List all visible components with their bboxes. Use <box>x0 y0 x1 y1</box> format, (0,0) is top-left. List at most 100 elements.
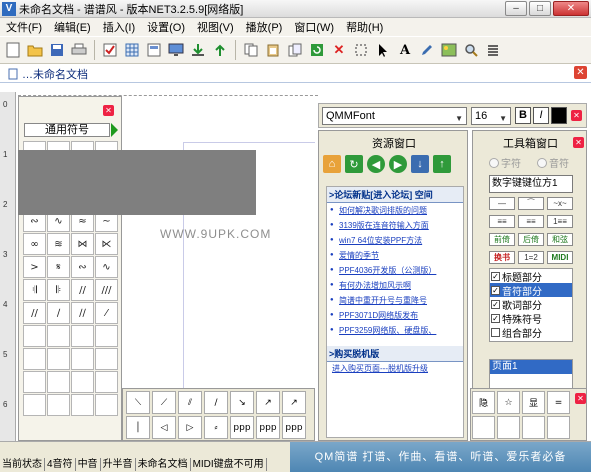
menu-settings[interactable]: 设置(O) <box>141 19 191 35</box>
shape-cell[interactable] <box>497 416 520 439</box>
play-arrow-icon[interactable] <box>111 123 118 137</box>
font-select[interactable]: QMMFont ▼ <box>322 107 467 125</box>
refresh-icon[interactable]: ↻ <box>345 155 363 173</box>
color-swatch-button[interactable] <box>551 107 567 124</box>
symbol-cell[interactable]: ∕ <box>47 302 70 324</box>
checkbox[interactable]: ✓ <box>491 285 500 295</box>
upload-icon[interactable] <box>210 40 230 60</box>
shape-cell[interactable]: 显 <box>522 391 545 414</box>
delete-icon[interactable]: ✕ <box>329 40 349 60</box>
duplicate-icon[interactable] <box>285 40 305 60</box>
italic-button[interactable]: I <box>533 107 549 124</box>
front-grace-button[interactable]: 前倚 <box>489 233 515 246</box>
tool-button[interactable]: 1≡≡ <box>547 215 573 228</box>
symbol-cell[interactable]: ≋ <box>47 233 70 255</box>
shape-cell[interactable]: ▷ <box>178 416 202 439</box>
symbol-cell[interactable]: 𝄋 <box>47 256 70 278</box>
symbol-cell[interactable] <box>23 371 46 393</box>
resource-link[interactable]: PPF3259网络版、硬盘版、 <box>327 323 463 338</box>
change-book-button[interactable]: 换书 <box>489 251 515 264</box>
symbol-cell[interactable] <box>95 325 118 347</box>
menu-view[interactable]: 视图(V) <box>191 19 240 35</box>
shape-cell[interactable]: │ <box>126 416 150 439</box>
new-icon[interactable] <box>3 40 23 60</box>
symbol-cell[interactable]: /// <box>95 279 118 301</box>
menu-edit[interactable]: 编辑(E) <box>48 19 97 35</box>
paste-icon[interactable] <box>263 40 283 60</box>
back-grace-button[interactable]: 后倚 <box>518 233 544 246</box>
shape-cell[interactable]: ↘ <box>230 391 254 414</box>
tool-button[interactable]: ≡≡ <box>489 215 515 228</box>
forum-section-header[interactable]: >论坛新贴[进入论坛] 空间 <box>327 187 463 203</box>
symbol-cell[interactable] <box>23 325 46 347</box>
symbol-cell[interactable] <box>23 348 46 370</box>
maximize-button[interactable]: □ <box>529 1 551 16</box>
tool-button[interactable]: ⁀ <box>518 197 544 210</box>
symbol-cell[interactable] <box>95 348 118 370</box>
print-icon[interactable] <box>69 40 89 60</box>
tool-button[interactable]: ~x~ <box>547 197 573 210</box>
refresh-icon[interactable] <box>307 40 327 60</box>
minimize-button[interactable]: – <box>505 1 527 16</box>
shape-cell[interactable] <box>547 416 570 439</box>
close-document-icon[interactable]: ✕ <box>574 66 587 79</box>
symbol-cell[interactable] <box>71 371 94 393</box>
chord-button[interactable]: 和弦 <box>547 233 573 246</box>
shape-cell[interactable]: 隐 <box>472 391 495 414</box>
symbol-cell[interactable]: > <box>23 256 46 278</box>
shape-cell[interactable]: ⸗ <box>204 416 228 439</box>
close-icon[interactable]: ✕ <box>103 105 114 116</box>
shape-cell[interactable]: ppp <box>282 416 306 439</box>
checkbox[interactable]: ✓ <box>491 271 500 281</box>
pointer-icon[interactable] <box>373 40 393 60</box>
key-change-button[interactable]: 1=2 <box>518 251 544 264</box>
shape-cell[interactable]: ⟍ <box>126 391 150 414</box>
checklist-item[interactable]: ✓ 标题部分 <box>490 269 572 284</box>
zoom-icon[interactable] <box>461 40 481 60</box>
checkbox[interactable]: ✓ <box>491 313 500 323</box>
monitor-icon[interactable] <box>166 40 186 60</box>
list-icon[interactable] <box>483 40 503 60</box>
shape-cell[interactable]: ◁ <box>152 416 176 439</box>
menu-insert[interactable]: 插入(I) <box>97 19 141 35</box>
menu-window[interactable]: 窗口(W) <box>288 19 340 35</box>
close-button[interactable]: ✕ <box>553 1 589 16</box>
symbol-cell[interactable] <box>47 325 70 347</box>
brush-icon[interactable] <box>417 40 437 60</box>
checkbox[interactable] <box>491 327 500 337</box>
image-icon[interactable] <box>439 40 459 60</box>
shape-cell[interactable]: ☆ <box>497 391 520 414</box>
bold-button[interactable]: B <box>515 107 531 124</box>
tool-button[interactable]: ≡≡ <box>518 215 544 228</box>
symbol-cell[interactable]: // <box>23 302 46 324</box>
checklist-item[interactable]: ✓ 音符部分 <box>490 283 572 298</box>
symbol-cell[interactable]: ⋈ <box>71 233 94 255</box>
tool-button[interactable]: — <box>489 197 515 210</box>
font-size-select[interactable]: 16 ▼ <box>471 107 511 125</box>
home-icon[interactable]: ⌂ <box>323 155 341 173</box>
download-icon[interactable]: ↓ <box>411 155 429 173</box>
grid-icon[interactable] <box>122 40 142 60</box>
checklist-item[interactable]: ✓ 歌词部分 <box>490 297 572 312</box>
midi-button[interactable]: MIDI <box>547 251 573 264</box>
resource-link[interactable]: PPF4036开发版（公测版） <box>327 263 463 278</box>
symbol-cell[interactable] <box>95 371 118 393</box>
symbol-cell[interactable]: ∞ <box>23 233 46 255</box>
resource-link[interactable]: 有何办法增加风示啊 <box>327 278 463 293</box>
shape-cell[interactable]: ↗ <box>256 391 280 414</box>
resource-link[interactable]: 如何解决歌词排版的问题 <box>327 203 463 218</box>
symbol-cell[interactable]: ⋉ <box>95 233 118 255</box>
symbol-cell[interactable]: ∕∕ <box>71 302 94 324</box>
symbol-cell[interactable]: // <box>71 279 94 301</box>
symbol-cell[interactable]: ∿ <box>95 256 118 278</box>
copy-icon[interactable] <box>241 40 261 60</box>
shape-cell[interactable]: ⫽ <box>178 391 202 414</box>
checklist-item[interactable]: ✓ 特殊符号 <box>490 311 572 326</box>
symbol-category-label[interactable]: 通用符号 <box>24 123 110 137</box>
resource-link[interactable]: 爱情的季节 <box>327 248 463 263</box>
upload-icon[interactable]: ↑ <box>433 155 451 173</box>
key-layout-select[interactable]: 数字键键位方1 <box>489 175 573 193</box>
resource-link[interactable]: 简谱中重开升号与重降号 <box>327 293 463 308</box>
close-icon[interactable]: ✕ <box>575 393 586 404</box>
menu-file[interactable]: 文件(F) <box>0 19 48 35</box>
